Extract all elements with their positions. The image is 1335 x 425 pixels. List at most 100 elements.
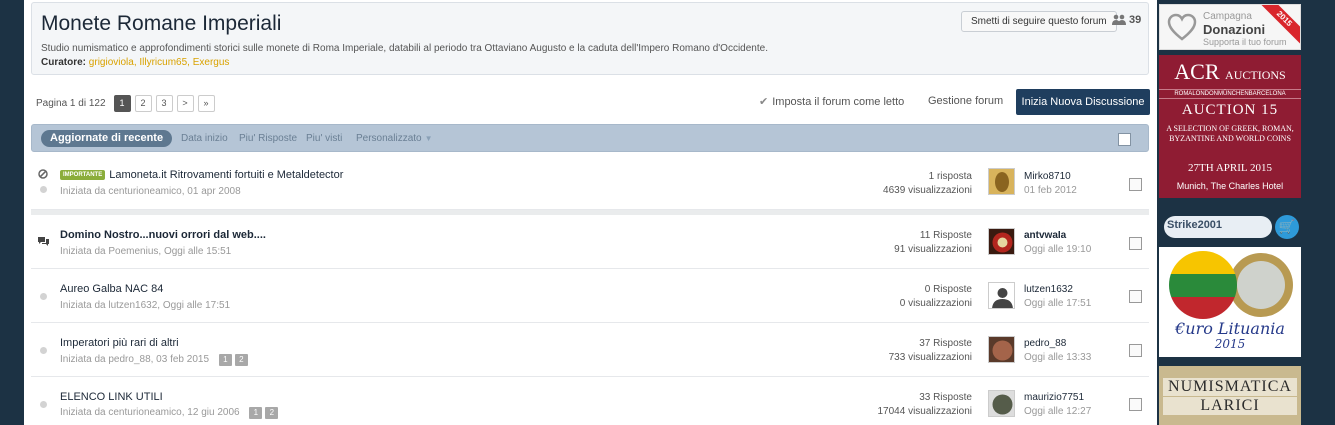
topic-replies: 0 Risposte — [924, 284, 972, 295]
followers-number: 39 — [1129, 14, 1142, 26]
mini-page-2[interactable]: 2 — [265, 407, 279, 419]
manage-forum-link[interactable]: Gestione forum — [928, 95, 1003, 107]
euro-title: €uro Lituania — [1175, 319, 1285, 338]
topic-checkbox[interactable] — [1129, 344, 1142, 357]
checkmark-icon: ✔ — [759, 96, 769, 108]
avatar[interactable] — [988, 282, 1015, 309]
page-2-button[interactable]: 2 — [134, 94, 152, 112]
caret-down-icon: ▼ — [424, 134, 433, 143]
last-poster[interactable]: lutzen1632 — [1024, 283, 1091, 297]
last-page-button[interactable]: » — [197, 94, 215, 112]
topic-replies: 11 Risposte — [919, 230, 972, 241]
topic-checkbox[interactable] — [1129, 237, 1142, 250]
page-3-button[interactable]: 3 — [155, 94, 173, 112]
pagination: Pagina 1 di 122 1 2 3 > » — [36, 94, 219, 112]
donation-campaign-ad[interactable]: Campagna Donazioni Supporta il tuo forum… — [1159, 4, 1301, 50]
topic-meta: Iniziata da centurioneamico, 01 apr 2008 — [60, 186, 241, 197]
topic-row: ELENCO LINK UTILI Iniziata da centurione… — [31, 377, 1149, 425]
acr-auction: AUCTION 15 — [1181, 102, 1279, 118]
topic-views: 4639 visualizzazioni — [883, 185, 972, 196]
topic-meta: Iniziata da centurioneamico, 12 giu 2006… — [60, 407, 279, 419]
topic-title[interactable]: Aureo Galba NAC 84 — [60, 283, 163, 295]
mini-page-1[interactable]: 1 — [249, 407, 263, 419]
last-poster[interactable]: antvwaIa — [1024, 229, 1091, 243]
filter-custom-label: Personalizzato — [356, 133, 422, 144]
avatar[interactable] — [988, 336, 1015, 363]
filter-most-viewed[interactable]: Piu' visti — [306, 133, 342, 144]
last-poster[interactable]: pedro_88 — [1024, 337, 1091, 351]
sidebar-ads: Campagna Donazioni Supporta il tuo forum… — [1157, 0, 1335, 425]
topic-row: IMPORTANTE Lamoneta.it Ritrovamenti fortu… — [31, 160, 1149, 210]
topic-title[interactable]: Imperatori più rari di altri — [60, 337, 179, 349]
topic-checkbox[interactable] — [1129, 290, 1142, 303]
avatar[interactable] — [988, 228, 1015, 255]
last-post-date[interactable]: Oggi alle 12:27 — [1024, 405, 1091, 419]
page-info: Pagina 1 di 122 — [36, 97, 106, 109]
acr-auctions-ad[interactable]: ACR AUCTIONS ROMALONDONMÜNCHENBARCELONA … — [1159, 55, 1301, 198]
acr-description: A SELECTION OF GREEK, ROMAN, BYZANTINE A… — [1166, 124, 1294, 143]
last-post-date[interactable]: Oggi alle 19:10 — [1024, 243, 1091, 257]
donate-line-2: Donazioni — [1203, 22, 1266, 37]
hot-topic-icon — [38, 236, 49, 249]
filter-custom[interactable]: Personalizzato ▼ — [356, 133, 433, 144]
topic-views: 0 visualizzazioni — [899, 298, 972, 309]
last-post-info: lutzen1632 Oggi alle 17:51 — [1024, 283, 1091, 311]
filter-most-replies[interactable]: Piu' Risposte — [239, 133, 297, 144]
topic-stats: 11 Risposte 91 visualizzazioni — [894, 229, 972, 257]
page-1-button[interactable]: 1 — [113, 94, 131, 112]
numismatica-larici-ad[interactable]: NUMISMATICA LARICI — [1159, 366, 1301, 425]
donate-line-3: Supporta il tuo forum — [1203, 37, 1287, 47]
topic-replies: 1 risposta — [928, 171, 972, 182]
avatar[interactable] — [988, 168, 1015, 195]
mini-page-2[interactable]: 2 — [234, 354, 248, 366]
euro-lituania-ad[interactable]: €uro Lituania 2015 — [1159, 247, 1301, 357]
last-poster[interactable]: Mirko8710 — [1024, 170, 1077, 184]
pinned-badge: IMPORTANTE — [60, 170, 106, 180]
topic-replies: 37 Risposte — [919, 338, 972, 349]
unfollow-forum-button[interactable]: Smetti di seguire questo forum — [961, 11, 1117, 32]
read-dot-icon — [40, 347, 47, 354]
curators-line: Curatore: grigioviola, Illyricum65, Exer… — [41, 57, 229, 68]
topic-stats: 33 Risposte 17044 visualizzazioni — [877, 391, 972, 419]
topic-checkbox[interactable] — [1129, 398, 1142, 411]
topic-title-text: Lamoneta.it Ritrovamenti fortuiti e Meta… — [109, 169, 344, 181]
followers-count[interactable]: 39 — [1112, 14, 1141, 26]
strike2001-ad[interactable]: Strike2001 🛒 — [1159, 212, 1301, 242]
acr-place: Munich, The Charles Hotel — [1176, 181, 1284, 191]
forum-header: Monete Romane Imperiali Studio numismati… — [31, 2, 1149, 75]
topic-meta: Iniziata da Poemenius, Oggi alle 15:51 — [60, 246, 232, 257]
last-post-date[interactable]: Oggi alle 17:51 — [1024, 297, 1091, 311]
larici-line-2: LARICI — [1163, 397, 1297, 415]
strike-label: Strike2001 — [1167, 219, 1223, 231]
last-poster[interactable]: maurizio7751 — [1024, 391, 1091, 405]
topic-title[interactable]: Domino Nostro...nuovi orrori dal web.... — [60, 229, 266, 241]
filter-start-date[interactable]: Data inizio — [181, 133, 228, 144]
topic-title[interactable]: IMPORTANTE Lamoneta.it Ritrovamenti fortu… — [60, 169, 343, 181]
last-post-info: Mirko8710 01 feb 2012 — [1024, 170, 1077, 198]
forum-description: Studio numismatico e approfondimenti sto… — [41, 43, 768, 54]
curators-names[interactable]: grigioviola, Illyricum65, Exergus — [89, 57, 230, 68]
curators-label: Curatore: — [41, 57, 87, 68]
mark-forum-read-link[interactable]: ✔ Imposta il forum come letto — [759, 95, 904, 108]
topic-row: Aureo Galba NAC 84 Iniziata da lutzen163… — [31, 269, 1149, 323]
topic-checkbox[interactable] — [1129, 178, 1142, 191]
larici-line-1: NUMISMATICA — [1163, 378, 1297, 396]
topic-row: Imperatori più rari di altri Iniziata da… — [31, 323, 1149, 377]
filter-bar: Aggiornate di recente Data inizio Piu' R… — [31, 124, 1149, 152]
last-post-date[interactable]: Oggi alle 13:33 — [1024, 351, 1091, 365]
filter-recent[interactable]: Aggiornate di recente — [41, 130, 173, 147]
users-icon — [1112, 14, 1126, 25]
cart-icon: 🛒 — [1275, 215, 1299, 239]
topic-stats: 1 risposta 4639 visualizzazioni — [883, 170, 972, 198]
topic-stats: 0 Risposte 0 visualizzazioni — [900, 283, 972, 311]
mini-page-1[interactable]: 1 — [218, 354, 232, 366]
topic-title[interactable]: ELENCO LINK UTILI — [60, 391, 163, 403]
topic-replies: 33 Risposte — [919, 392, 972, 403]
new-topic-button[interactable]: Inizia Nuova Discussione — [1016, 89, 1150, 115]
select-all-checkbox[interactable] — [1118, 133, 1131, 146]
topic-row: Domino Nostro...nuovi orrori dal web....… — [31, 215, 1149, 269]
avatar[interactable] — [988, 390, 1015, 417]
acr-logo-text: ACR — [1174, 59, 1220, 84]
next-page-button[interactable]: > — [176, 94, 194, 112]
last-post-date[interactable]: 01 feb 2012 — [1024, 184, 1077, 198]
